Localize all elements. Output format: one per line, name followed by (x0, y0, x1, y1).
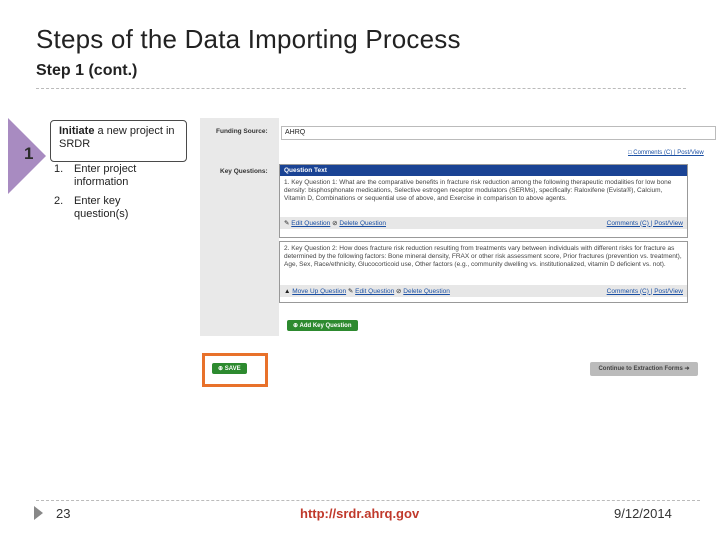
edit-question-1-link[interactable]: Edit Question (291, 220, 330, 227)
delete-icon: ⊘ (396, 288, 402, 295)
bottom-divider (36, 500, 700, 501)
move-up-question-2-link[interactable]: Move Up Question (292, 288, 346, 295)
callout-bold: Initiate (59, 125, 95, 137)
up-arrow-icon: ▲ (284, 288, 291, 295)
step-list: 1. Enter project information 2. Enter ke… (54, 163, 194, 227)
delete-question-1-link[interactable]: Delete Question (339, 220, 386, 227)
form-label-column (200, 118, 279, 336)
top-divider (36, 88, 686, 89)
question-text-header: Question Text (280, 165, 687, 176)
key-questions-label: Key Questions: (220, 168, 268, 175)
page-number: 23 (56, 506, 71, 521)
list-item: 1. Enter project information (54, 163, 137, 188)
key-question-2: 2. Key Question 2: How does fracture ris… (279, 241, 688, 303)
pencil-icon: ✎ (284, 220, 290, 227)
step-number: 1 (24, 144, 34, 163)
continue-to-extraction-forms-button[interactable]: Continue to Extraction Forms ➜ (590, 362, 698, 376)
list-item: 2. Enter key question(s) (54, 195, 129, 220)
funding-source-label: Funding Source: (216, 128, 268, 135)
footer-url[interactable]: http://srdr.ahrq.gov (300, 506, 419, 521)
plus-icon: ⊕ (293, 323, 299, 329)
delete-icon: ⊘ (332, 220, 338, 227)
comment-icon: □ (628, 150, 632, 156)
funding-source-input[interactable]: AHRQ (281, 126, 716, 140)
footer-date: 9/12/2014 (614, 506, 672, 521)
delete-question-2-link[interactable]: Delete Question (403, 288, 450, 295)
question-1-actions: ✎ Edit Question ⊘ Delete Question Commen… (280, 217, 687, 229)
pencil-icon: ✎ (347, 288, 354, 295)
question-2-text: 2. Key Question 2: How does fracture ris… (284, 245, 682, 268)
check-icon: ⊕ (218, 366, 224, 372)
arrow-right-icon: ➜ (684, 366, 690, 372)
question-1-comments-link[interactable]: Comments (C) | Post/View (607, 220, 683, 227)
add-key-question-button[interactable]: ⊕ Add Key Question (287, 320, 358, 331)
step-callout: Initiate a new project in SRDR (50, 120, 187, 162)
slide-title: Steps of the Data Importing Process (36, 24, 461, 54)
footer-arrow-icon (34, 506, 43, 520)
funding-comments-link[interactable]: □ Comments (C) | Post/View (628, 150, 704, 156)
question-1-text: 1. Key Question 1: What are the comparat… (284, 179, 672, 202)
edit-question-2-link[interactable]: Edit Question (355, 288, 394, 295)
key-question-1: Question Text 1. Key Question 1: What ar… (279, 164, 688, 238)
slide-subtitle: Step 1 (cont.) (36, 62, 138, 79)
question-2-comments-link[interactable]: Comments (C) | Post/View (607, 288, 683, 295)
question-2-actions: ▲ Move Up Question ✎ Edit Question ⊘ Del… (280, 285, 687, 297)
save-button[interactable]: ⊕ SAVE (212, 363, 247, 374)
